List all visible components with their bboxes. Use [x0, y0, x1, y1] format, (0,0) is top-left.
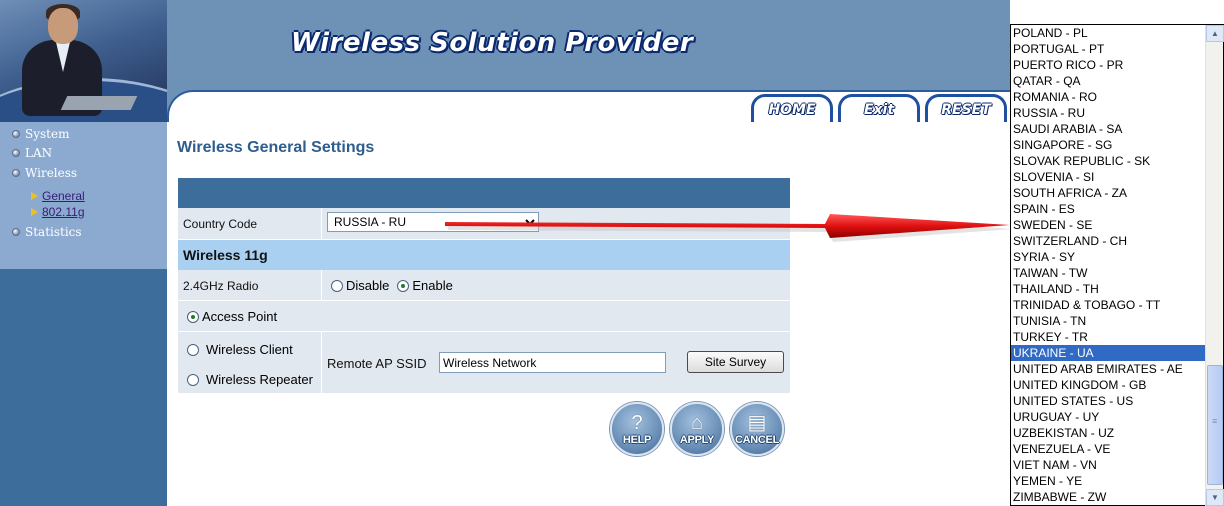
dropdown-option[interactable]: PUERTO RICO - PR: [1011, 57, 1206, 73]
dropdown-option[interactable]: SWEDEN - SE: [1011, 217, 1206, 233]
dropdown-option[interactable]: UNITED KINGDOM - GB: [1011, 377, 1206, 393]
question-icon: ?: [631, 412, 643, 434]
sidebar-item-statistics[interactable]: Statistics: [12, 225, 82, 239]
bullet-icon: [12, 169, 20, 177]
form-header-bar: [178, 178, 790, 208]
sidebar-item-system[interactable]: System: [12, 127, 69, 141]
sidebar-item-label: Statistics: [25, 225, 82, 239]
sidebar-subitem-label: 802.11g: [42, 205, 85, 219]
dropdown-option[interactable]: TRINIDAD & TOBAGO - TT: [1011, 297, 1206, 313]
radio-enable-label: Enable: [412, 278, 453, 293]
mode-client-repeater-row: Wireless Client Wireless Repeater Remote…: [178, 332, 790, 394]
country-label: Country Code: [183, 217, 258, 231]
mode-wireless-client[interactable]: Wireless Client: [187, 342, 293, 357]
radio-label: 2.4GHz Radio: [183, 279, 259, 293]
radio-circle: [187, 373, 199, 386]
radio-circle: [187, 343, 199, 356]
dropdown-option[interactable]: UNITED ARAB EMIRATES - AE: [1011, 361, 1206, 377]
dropdown-option[interactable]: SINGAPORE - SG: [1011, 137, 1206, 153]
brand-title: Wireless Solution Provider: [291, 28, 694, 58]
dropdown-option[interactable]: SAUDI ARABIA - SA: [1011, 121, 1206, 137]
dropdown-option[interactable]: TAIWAN - TW: [1011, 265, 1206, 281]
bullet-icon: [12, 130, 20, 138]
left-panel: System LAN Wireless General 802.11g Stat…: [0, 0, 167, 506]
sidebar-subitem-80211g[interactable]: 802.11g: [31, 205, 85, 219]
country-dropdown-list[interactable]: POLAND - PL PORTUGAL - PT PUERTO RICO - PR…: [1010, 24, 1224, 506]
radio-circle-selected: [397, 279, 410, 292]
dropdown-option[interactable]: UKRAINE - UA: [1011, 345, 1206, 361]
bullet-icon: [12, 228, 20, 236]
help-button[interactable]: ? HELP: [610, 402, 664, 456]
bullet-icon: [12, 149, 20, 157]
sidebar-item-lan[interactable]: LAN: [12, 146, 52, 160]
mode-wireless-repeater[interactable]: Wireless Repeater: [187, 372, 313, 387]
sidebar-item-label: System: [25, 127, 70, 141]
dropdown-option[interactable]: THAILAND - TH: [1011, 281, 1206, 297]
dropdown-option[interactable]: UZBEKISTAN - UZ: [1011, 425, 1206, 441]
site-survey-button[interactable]: Site Survey: [687, 351, 784, 373]
reset-button[interactable]: RESET: [925, 94, 1007, 122]
dropdown-option[interactable]: ROMANIA - RO: [1011, 89, 1206, 105]
dropdown-option[interactable]: UNITED STATES - US: [1011, 393, 1206, 409]
dropdown-option[interactable]: SLOVENIA - SI: [1011, 169, 1206, 185]
dropdown-option[interactable]: YEMEN - YE: [1011, 473, 1206, 489]
mode-access-point-label: Access Point: [202, 309, 278, 324]
exit-button[interactable]: Exit: [838, 94, 920, 122]
cancel-button-label: CANCEL: [734, 434, 780, 446]
dropdown-option[interactable]: ZIMBABWE - ZW: [1011, 489, 1206, 505]
apply-button-label: APPLY: [679, 434, 715, 446]
sidebar-item-label: Wireless: [25, 166, 78, 180]
dropdown-option[interactable]: SWITZERLAND - CH: [1011, 233, 1206, 249]
cancel-button[interactable]: ▤ CANCEL: [730, 402, 784, 456]
reset-button-label: RESET: [941, 101, 991, 118]
red-arrow-annotation: [445, 214, 1013, 242]
dropdown-option[interactable]: URUGUAY - UY: [1011, 409, 1206, 425]
radio-circle-selected: [187, 310, 199, 323]
sidebar-nav: System LAN Wireless General 802.11g Stat…: [0, 122, 167, 269]
dropdown-option[interactable]: QATAR - QA: [1011, 73, 1206, 89]
radio-enable[interactable]: Enable: [397, 278, 453, 293]
trash-icon: ▤: [747, 412, 767, 434]
apply-button[interactable]: ⌂ APPLY: [670, 402, 724, 456]
dropdown-option[interactable]: SPAIN - ES: [1011, 201, 1206, 217]
dropdown-option[interactable]: SLOVAK REPUBLIC - SK: [1011, 153, 1206, 169]
radio-disable-label: Disable: [346, 278, 390, 293]
home-button-label: HOME: [768, 101, 816, 118]
dropdown-option[interactable]: POLAND - PL: [1011, 25, 1206, 41]
dropdown-option[interactable]: VIET NAM - VN: [1011, 457, 1206, 473]
dropdown-scrollbar[interactable]: ▲ ▼: [1205, 25, 1224, 506]
radio-row: 2.4GHz Radio Disable Enable: [178, 270, 790, 301]
header: Wireless Solution Provider HOME Exit RES…: [167, 0, 1010, 122]
home-button[interactable]: HOME: [751, 94, 833, 122]
mode-ap-row: Access Point: [178, 301, 790, 332]
ssid-label: Remote AP SSID: [327, 356, 427, 371]
sidebar-subitem-general[interactable]: General: [31, 189, 85, 203]
triangle-icon: [31, 208, 38, 216]
page-title: Wireless General Settings: [177, 139, 375, 156]
dropdown-option[interactable]: SOUTH AFRICA - ZA: [1011, 185, 1206, 201]
dropdown-option[interactable]: PORTUGAL - PT: [1011, 41, 1206, 57]
dropdown-option[interactable]: SYRIA - SY: [1011, 249, 1206, 265]
radio-disable[interactable]: Disable: [331, 278, 389, 293]
sidebar-subitem-label: General: [42, 189, 85, 203]
exit-button-label: Exit: [863, 101, 895, 118]
dropdown-option[interactable]: TUNISIA - TN: [1011, 313, 1206, 329]
header-photo: [0, 0, 167, 122]
dropdown-option[interactable]: TURKEY - TR: [1011, 329, 1206, 345]
help-button-label: HELP: [622, 434, 652, 446]
ssid-input[interactable]: [439, 352, 666, 373]
scroll-down-icon[interactable]: ▼: [1206, 489, 1224, 506]
mode-wireless-repeater-label: Wireless Repeater: [206, 372, 313, 387]
mode-wireless-client-label: Wireless Client: [206, 342, 293, 357]
radio-circle: [331, 279, 343, 292]
scroll-up-icon[interactable]: ▲: [1206, 25, 1224, 42]
mouse-icon: ⌂: [690, 412, 704, 434]
triangle-icon: [31, 192, 38, 200]
dropdown-option[interactable]: RUSSIA - RU: [1011, 105, 1206, 121]
dropdown-option[interactable]: VENEZUELA - VE: [1011, 441, 1206, 457]
mode-access-point[interactable]: Access Point: [187, 309, 277, 324]
scroll-thumb[interactable]: [1207, 365, 1223, 485]
sidebar-item-label: LAN: [25, 146, 53, 160]
sidebar-item-wireless[interactable]: Wireless: [12, 166, 77, 180]
